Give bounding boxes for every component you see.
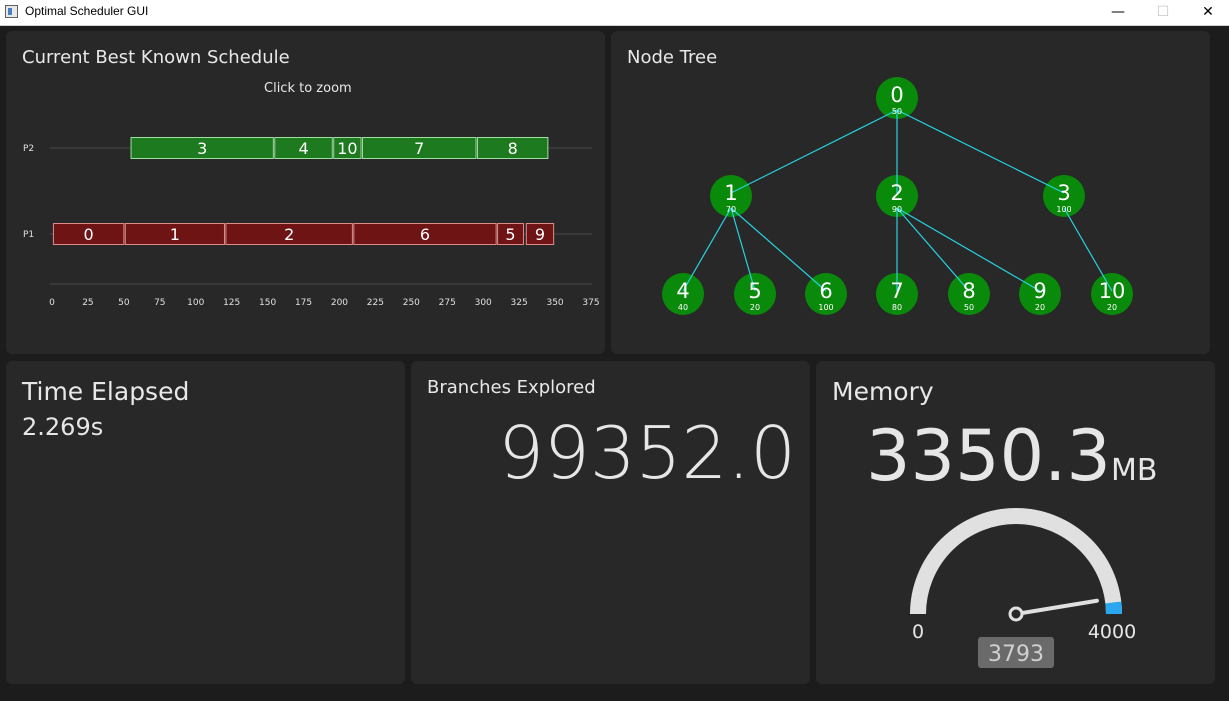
node-tree-panel: Node Tree 0 50 1 70 2 90 3 100 4 40 5 20 6 100 7 80 8 50 9… xyxy=(611,31,1210,354)
task-bar-label: 1 xyxy=(170,225,180,244)
x-tick-label: 0 xyxy=(49,298,55,308)
gauge-max-label: 4000 xyxy=(1088,621,1136,643)
tree-node-weight: 50 xyxy=(892,107,902,116)
x-tick-label: 150 xyxy=(259,298,276,308)
tree-node-weight: 80 xyxy=(892,303,902,312)
gantt-chart[interactable]: P2P10 25 50 75 100 125 150 175 200 225 250 275 300 32… xyxy=(6,31,605,354)
gauge-pivot xyxy=(1008,606,1024,622)
task-bar-label: 4 xyxy=(298,139,308,158)
task-bar-label: 10 xyxy=(337,139,357,158)
gauge-section xyxy=(1105,601,1122,615)
gauge-min-label: 0 xyxy=(912,621,924,643)
time-title: Time Elapsed xyxy=(22,377,190,406)
tree-node-weight: 70 xyxy=(726,205,736,214)
task-bar-label: 0 xyxy=(84,225,94,244)
schedule-panel: Current Best Known Schedule Click to zoo… xyxy=(6,31,605,354)
x-tick-label: 50 xyxy=(118,298,130,308)
x-tick-label: 350 xyxy=(546,298,563,308)
tree-node-weight: 20 xyxy=(750,303,760,312)
maximize-button[interactable]: ☐ xyxy=(1140,0,1186,25)
time-value: 2.269s xyxy=(22,413,104,441)
tree-node-weight: 100 xyxy=(818,303,833,312)
close-button[interactable]: ✕ xyxy=(1185,0,1229,25)
tree-node-weight: 40 xyxy=(678,303,688,312)
processor-label: P2 xyxy=(23,144,34,154)
tree-node-id: 0 xyxy=(890,83,903,107)
tree-node-weight: 20 xyxy=(1107,303,1117,312)
task-bar-label: 8 xyxy=(508,139,518,158)
tree-node-id: 8 xyxy=(962,279,975,303)
branches-title: Branches Explored xyxy=(427,377,596,398)
x-tick-label: 300 xyxy=(475,298,492,308)
tree-node-id: 10 xyxy=(1099,279,1126,303)
x-tick-label: 175 xyxy=(295,298,312,308)
app-icon xyxy=(5,5,18,18)
task-bar-label: 9 xyxy=(535,225,545,244)
tree-node-weight: 100 xyxy=(1056,205,1071,214)
gauge-needle xyxy=(1014,598,1099,616)
tree-edge xyxy=(730,109,898,194)
window-title: Optimal Scheduler GUI xyxy=(25,4,149,18)
x-tick-label: 325 xyxy=(511,298,528,308)
tree-node-weight: 20 xyxy=(1035,303,1045,312)
memory-gauge: 0 4000 3793 xyxy=(910,508,1136,668)
tree-edge xyxy=(682,207,732,292)
branches-panel: Branches Explored 99352.0 xyxy=(411,361,810,684)
tree-node-id: 5 xyxy=(748,279,761,303)
tree-node-id: 6 xyxy=(819,279,832,303)
gauge-readout: 3793 xyxy=(988,642,1044,667)
tree-node-id: 4 xyxy=(676,279,689,303)
x-tick-label: 375 xyxy=(582,298,599,308)
time-panel: Time Elapsed 2.269s xyxy=(6,361,405,684)
x-tick-label: 100 xyxy=(187,298,204,308)
x-tick-label: 125 xyxy=(223,298,240,308)
task-bar-label: 5 xyxy=(505,225,515,244)
tree-node-id: 9 xyxy=(1033,279,1046,303)
tree-node-weight: 50 xyxy=(964,303,974,312)
memory-panel: Memory 3350.3MB 0 4000 3793 xyxy=(816,361,1215,684)
task-bar-label: 2 xyxy=(284,225,294,244)
tree-node-weight: 90 xyxy=(892,205,902,214)
x-tick-label: 275 xyxy=(439,298,456,308)
gauge-track xyxy=(910,508,1122,615)
node-tree-graph: 050170290310044052061007808509201020 xyxy=(662,77,1133,315)
task-bar-label: 7 xyxy=(414,139,424,158)
tree-edge xyxy=(896,109,1065,194)
x-tick-label: 25 xyxy=(82,298,93,308)
branches-value: 99352.0 xyxy=(498,411,796,495)
x-tick-label: 75 xyxy=(154,298,165,308)
tree-node-id: 1 xyxy=(724,181,737,205)
x-tick-label: 250 xyxy=(403,298,420,308)
minimize-button[interactable]: — xyxy=(1095,0,1141,25)
title-bar: Optimal Scheduler GUI — ☐ ✕ xyxy=(0,0,1229,26)
tree-node-id: 3 xyxy=(1057,181,1070,205)
x-tick-label: 225 xyxy=(367,298,384,308)
task-bar-label: 3 xyxy=(197,139,207,158)
tree-node-id: 7 xyxy=(890,279,903,303)
processor-label: P1 xyxy=(23,230,34,240)
task-bar-label: 6 xyxy=(420,225,430,244)
tree-node-id: 2 xyxy=(890,181,903,205)
x-tick-label: 200 xyxy=(331,298,348,308)
